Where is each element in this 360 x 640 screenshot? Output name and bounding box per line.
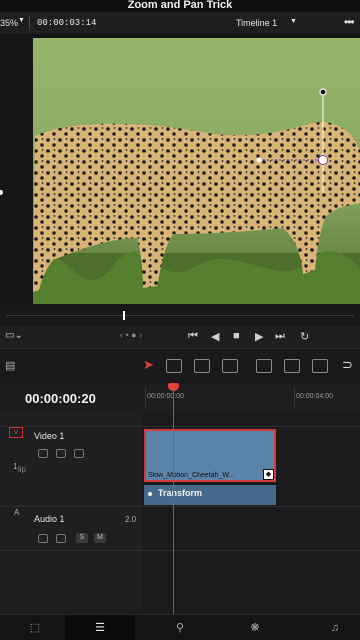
zoom-level[interactable]: 35%: [0, 18, 18, 28]
video-clip[interactable]: Slow_Motion_Cheetah_W... ◆: [144, 429, 276, 482]
transform-curve-row[interactable]: Transform: [144, 485, 276, 505]
step-back-icon[interactable]: ◀: [211, 330, 219, 343]
playhead-line[interactable]: [173, 386, 174, 614]
clip-dots-icon[interactable]: ‹ • ● ›: [120, 330, 142, 340]
track-headers: [0, 410, 142, 610]
ruler-tick: [294, 387, 295, 407]
scrubber-bar[interactable]: [0, 304, 360, 326]
snapping-icon[interactable]: ⊃: [342, 357, 353, 373]
ruler-label: 00:00:04:00: [296, 393, 333, 400]
color-page-icon[interactable]: ❋: [220, 615, 290, 640]
more-menu-icon[interactable]: •••: [344, 15, 355, 29]
transport-controls: ▭⌄ ‹ • ● › ⏮ ◀ ■ ▶ ⏭ ↻: [0, 326, 360, 348]
video-frame: [33, 38, 360, 304]
timeline-view-icon[interactable]: ▤: [5, 359, 15, 372]
blade-tool-icon[interactable]: [222, 359, 238, 373]
viewer-toolbar: 35% ▼ 00:00:03:14 Timeline 1 ▼ •••: [0, 12, 360, 34]
fusion-page-icon[interactable]: ⚲: [145, 615, 215, 640]
dynamic-trim-icon[interactable]: [194, 359, 210, 373]
track-visibility-icon[interactable]: [74, 449, 84, 458]
loop-icon[interactable]: ↻: [300, 330, 309, 343]
audio-track-name: Audio 1: [34, 514, 65, 524]
lock-icon[interactable]: [38, 534, 48, 543]
clip-name: Slow_Motion_Cheetah_W...: [148, 472, 235, 479]
auto-select-icon[interactable]: [56, 449, 66, 458]
play-icon[interactable]: ▶: [255, 330, 263, 343]
clip-timecode: 00:00:03:14: [37, 18, 97, 28]
audio-channels: 2.0: [125, 515, 137, 524]
trim-tool-icon[interactable]: [166, 359, 182, 373]
chevron-down-icon[interactable]: ▼: [18, 17, 25, 24]
edit-page-icon[interactable]: ☰: [65, 615, 135, 640]
timeline-selector[interactable]: Timeline 1: [236, 18, 277, 28]
video-track-name: Video 1: [34, 431, 65, 441]
app-title: Zoom and Pan Trick: [0, 0, 360, 12]
lane-divider: [0, 426, 360, 427]
lane-divider: [0, 506, 360, 507]
edit-toolbar: ▤ ➤ ⊃: [0, 348, 360, 384]
scrubber-knob[interactable]: [123, 311, 125, 320]
clip-count: 1: [13, 462, 18, 471]
stop-icon[interactable]: ■: [233, 330, 240, 342]
transform-handle-icon[interactable]: [0, 190, 3, 195]
video-track-badge[interactable]: V: [9, 427, 23, 438]
ruler-tick: [145, 387, 146, 407]
timeline-timecode: 00:00:00:20: [25, 391, 96, 406]
select-tool-icon[interactable]: ➤: [143, 357, 154, 373]
transform-label: Transform: [158, 488, 203, 498]
cheetah-image: [33, 88, 360, 304]
media-page-icon[interactable]: ⬚: [0, 615, 70, 640]
solo-button[interactable]: S: [76, 533, 88, 543]
lane-divider: [0, 550, 360, 551]
scrubber-track[interactable]: [6, 315, 354, 316]
clip-side-label: lip: [18, 465, 27, 474]
chevron-down-icon[interactable]: ▼: [290, 18, 297, 25]
auto-select-icon[interactable]: [56, 534, 66, 543]
audio-track-badge[interactable]: A: [14, 508, 19, 517]
lock-icon[interactable]: [38, 449, 48, 458]
replace-clip-icon[interactable]: [312, 359, 328, 373]
ruler-label: 00:00:00:00: [147, 393, 184, 400]
fairlight-page-icon[interactable]: ♫: [300, 615, 360, 640]
jump-to-end-icon[interactable]: ⏭: [275, 330, 285, 343]
viewer-mode-icon[interactable]: ▭⌄: [5, 330, 23, 341]
keyframe-icon[interactable]: ◆: [263, 469, 274, 480]
insert-clip-icon[interactable]: [256, 359, 272, 373]
mute-button[interactable]: M: [94, 533, 106, 543]
jump-to-start-icon[interactable]: ⏮: [188, 330, 198, 343]
overwrite-clip-icon[interactable]: [284, 359, 300, 373]
toolbar-divider: [29, 16, 30, 30]
keyframe-dot-icon[interactable]: [148, 492, 152, 496]
page-navigation: ⬚ ☰ ⚲ ❋ ♫: [0, 614, 360, 640]
video-viewer[interactable]: [0, 34, 360, 304]
